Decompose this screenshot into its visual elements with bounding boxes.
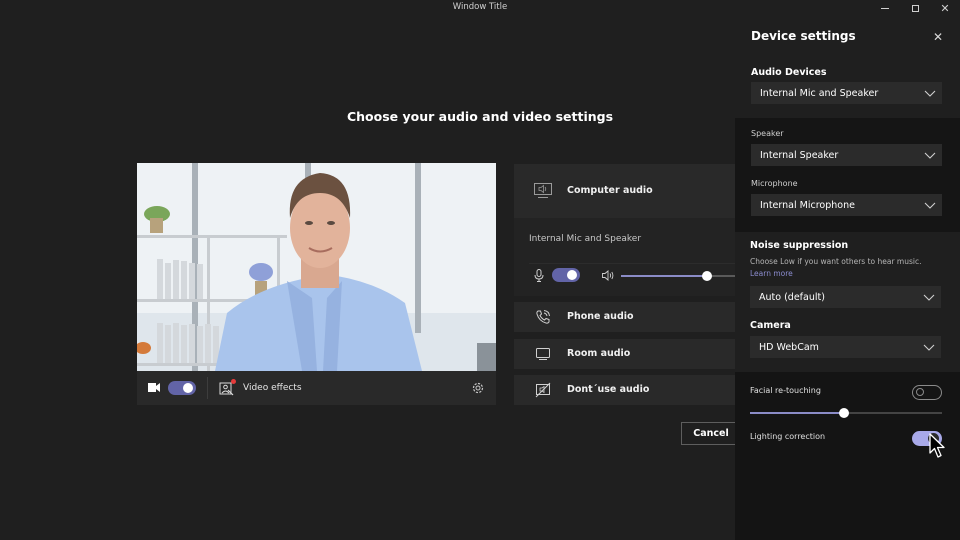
volume-slider-thumb[interactable]: [701, 271, 712, 281]
speaker-dropdown[interactable]: Internal Speaker: [751, 144, 942, 166]
audio-option-label: Dont´use audio: [567, 384, 650, 395]
close-icon: ✕: [932, 30, 944, 44]
chevron-down-icon: [924, 202, 936, 209]
microphone-icon: [534, 269, 544, 282]
noise-suppression-label: Noise suppression: [750, 240, 849, 251]
facial-retouching-slider-thumb[interactable]: [839, 408, 850, 418]
audio-device-name: Internal Mic and Speaker: [529, 234, 642, 244]
microphone-dropdown[interactable]: Internal Microphone: [751, 194, 942, 216]
dropdown-value: Internal Speaker: [760, 149, 839, 161]
audio-devices-label: Audio Devices: [751, 67, 827, 78]
close-icon: ✕: [940, 1, 950, 15]
facial-retouching-slider-fill: [750, 412, 845, 414]
audio-devices-dropdown[interactable]: Internal Mic and Speaker: [751, 82, 942, 104]
maximize-icon: [911, 4, 919, 12]
toggle-knob: [183, 383, 193, 393]
device-settings-panel: Device settings ✕ Audio Devices Internal…: [735, 16, 960, 540]
divider: [207, 377, 208, 399]
learn-more-link[interactable]: Learn more: [750, 269, 793, 278]
video-preview-card: Video effects: [137, 163, 496, 405]
video-effects-icon: [219, 378, 236, 396]
facial-retouching-slider[interactable]: [750, 408, 942, 418]
lighting-correction-label: Lighting correction: [750, 432, 826, 441]
dropdown-value: HD WebCam: [759, 341, 819, 353]
close-panel-button[interactable]: ✕: [931, 30, 945, 44]
video-effects-label: Video effects: [243, 383, 302, 393]
title-bar: Window Title ✕: [0, 0, 960, 16]
speaker-icon: [602, 270, 614, 281]
audio-option-label: Room audio: [567, 348, 631, 359]
dropdown-value: Auto (default): [759, 291, 825, 303]
gear-icon[interactable]: [471, 381, 485, 395]
window-title: Window Title: [452, 2, 508, 12]
audio-option-computer[interactable]: Computer audio: [514, 164, 735, 218]
lighting-correction-toggle[interactable]: [912, 431, 942, 446]
maximize-button[interactable]: [900, 0, 930, 16]
microphone-label: Microphone: [751, 179, 798, 188]
dropdown-value: Internal Microphone: [760, 199, 855, 211]
video-feed-image: [137, 163, 496, 371]
close-window-button[interactable]: ✕: [930, 0, 960, 16]
facial-retouching-label: Facial re-touching: [750, 386, 821, 395]
monitor-icon: [534, 346, 552, 362]
chevron-down-icon: [924, 90, 936, 97]
chevron-down-icon: [924, 152, 936, 159]
minimize-icon: [881, 7, 889, 9]
microphone-toggle[interactable]: [552, 268, 580, 282]
divider: [529, 263, 735, 264]
facial-retouching-toggle[interactable]: [912, 385, 942, 400]
video-effects-button[interactable]: Video effects: [219, 378, 302, 398]
speaker-label: Speaker: [751, 129, 784, 138]
volume-slider[interactable]: [621, 271, 735, 281]
computer-audio-details: Internal Mic and Speaker: [514, 218, 735, 296]
chevron-down-icon: [923, 294, 935, 301]
video-camera-icon[interactable]: [148, 383, 160, 392]
audio-option-none[interactable]: Dont´use audio: [514, 375, 735, 405]
dropdown-value: Internal Mic and Speaker: [760, 87, 879, 99]
phone-icon: [534, 309, 552, 325]
toggle-knob: [567, 270, 577, 280]
camera-dropdown[interactable]: HD WebCam: [750, 336, 941, 358]
audio-option-label: Phone audio: [567, 311, 634, 322]
noise-suppression-help: Choose Low if you want others to hear mu…: [750, 257, 922, 266]
toggle-knob: [928, 433, 939, 444]
toggle-knob: [916, 388, 924, 396]
chevron-down-icon: [923, 344, 935, 351]
video-controls-bar: Video effects: [137, 371, 496, 405]
notification-dot: [231, 378, 236, 384]
audio-option-label: Computer audio: [567, 185, 653, 196]
noise-suppression-dropdown[interactable]: Auto (default): [750, 286, 941, 308]
camera-toggle[interactable]: [168, 381, 196, 395]
minimize-button[interactable]: [870, 0, 900, 16]
computer-speaker-icon: [534, 183, 552, 199]
audio-option-room[interactable]: Room audio: [514, 339, 735, 369]
video-preview: [137, 163, 496, 371]
camera-label: Camera: [750, 320, 791, 331]
audio-option-phone[interactable]: Phone audio: [514, 302, 735, 332]
no-audio-icon: [534, 382, 552, 398]
cancel-button[interactable]: Cancel: [681, 422, 741, 445]
volume-slider-fill: [621, 275, 707, 277]
panel-title: Device settings: [751, 29, 856, 43]
